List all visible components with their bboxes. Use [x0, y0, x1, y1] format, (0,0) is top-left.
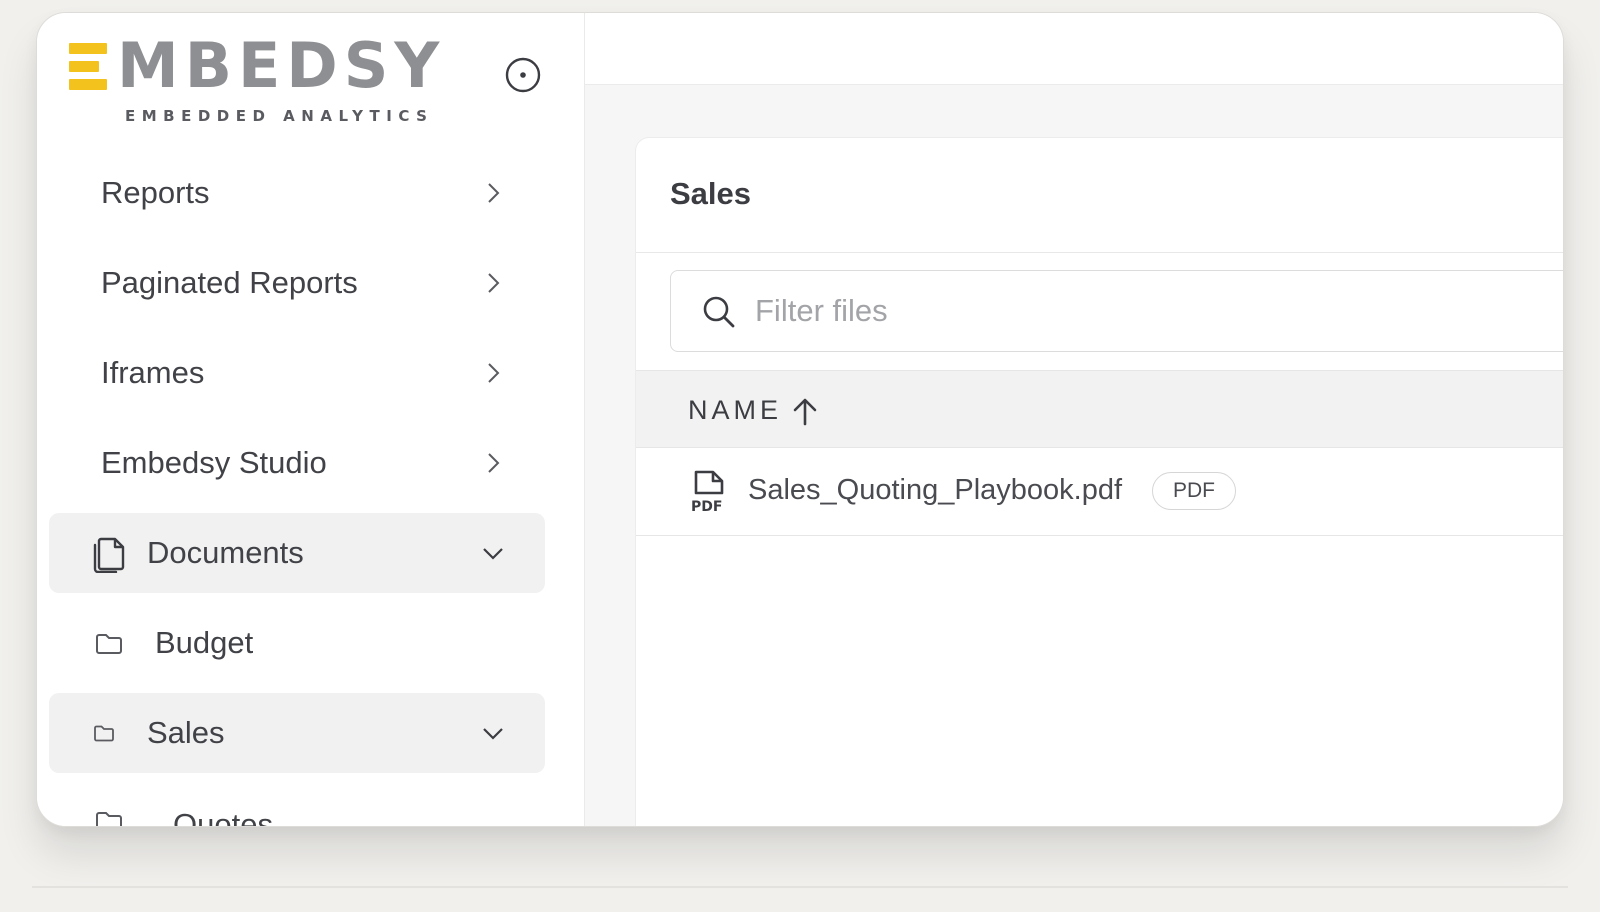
sidebar-item-budget[interactable]: Budget	[49, 603, 545, 683]
pdf-file-icon: PDF	[691, 470, 724, 514]
sidebar-item-label: Iframes	[101, 355, 205, 390]
sidebar-item-label: Embedsy Studio	[101, 445, 327, 480]
divider	[636, 252, 1563, 253]
file-name: Sales_Quoting_Playbook.pdf	[748, 474, 1123, 506]
sidebar-item-embedsy-studio[interactable]: Embedsy Studio	[49, 423, 545, 503]
sidebar-item-label: Quotes	[173, 807, 273, 827]
sidebar-item-label: Budget	[155, 625, 254, 660]
brand-logo[interactable]: MBEDSY EMBEDDED ANALYTICS	[69, 29, 469, 129]
sidebar-item-paginated-reports[interactable]: Paginated Reports	[49, 243, 545, 323]
logo-wordmark: MBEDSY	[117, 29, 446, 102]
sidebar-item-quotes[interactable]: Quotes	[49, 783, 545, 827]
circle-dot-icon	[505, 57, 541, 93]
chevron-down-icon	[483, 548, 503, 560]
column-header-name[interactable]: NAME	[688, 395, 782, 426]
sidebar-item-label: Paginated Reports	[101, 265, 358, 300]
sidebar-item-reports[interactable]: Reports	[49, 153, 545, 233]
chevron-down-icon	[483, 728, 503, 740]
sidebar-item-iframes[interactable]: Iframes	[49, 333, 545, 413]
search-icon	[703, 296, 735, 328]
table-header: NAME	[636, 370, 1563, 448]
filter-files-input[interactable]	[755, 289, 1455, 333]
chevron-right-icon	[488, 453, 500, 473]
filter-box[interactable]	[670, 270, 1563, 352]
documents-icon	[89, 533, 127, 573]
sidebar-collapse-button[interactable]	[505, 57, 541, 93]
top-bar	[585, 13, 1563, 85]
sidebar-nav: Reports Paginated Reports Iframes Embeds…	[49, 153, 545, 827]
sidebar-item-label: Documents	[147, 535, 304, 570]
folder-icon	[95, 811, 123, 826]
main-content: Sales NAME PDF	[585, 13, 1563, 826]
file-browser-card: Sales NAME PDF	[635, 137, 1563, 826]
folder-icon	[95, 633, 123, 655]
app-window: MBEDSY EMBEDDED ANALYTICS Reports Pagina…	[36, 12, 1564, 827]
sidebar-item-label: Reports	[101, 175, 210, 210]
logo-tagline: EMBEDDED ANALYTICS	[125, 107, 434, 125]
file-type-badge: PDF	[1152, 472, 1236, 510]
sidebar-item-sales[interactable]: Sales	[49, 693, 545, 773]
logo-mark-icon	[69, 43, 107, 91]
sidebar: MBEDSY EMBEDDED ANALYTICS Reports Pagina…	[37, 13, 585, 826]
chevron-right-icon	[488, 273, 500, 293]
sidebar-item-label: Sales	[147, 715, 225, 750]
page-divider	[32, 886, 1568, 888]
svg-text:PDF: PDF	[691, 499, 722, 514]
chevron-right-icon	[488, 183, 500, 203]
table-row[interactable]: PDF Sales_Quoting_Playbook.pdf PDF	[636, 448, 1563, 536]
arrow-up-icon[interactable]	[791, 397, 819, 427]
folder-icon	[93, 725, 115, 743]
sidebar-item-documents[interactable]: Documents	[49, 513, 545, 593]
page-title: Sales	[670, 176, 752, 211]
chevron-right-icon	[488, 363, 500, 383]
